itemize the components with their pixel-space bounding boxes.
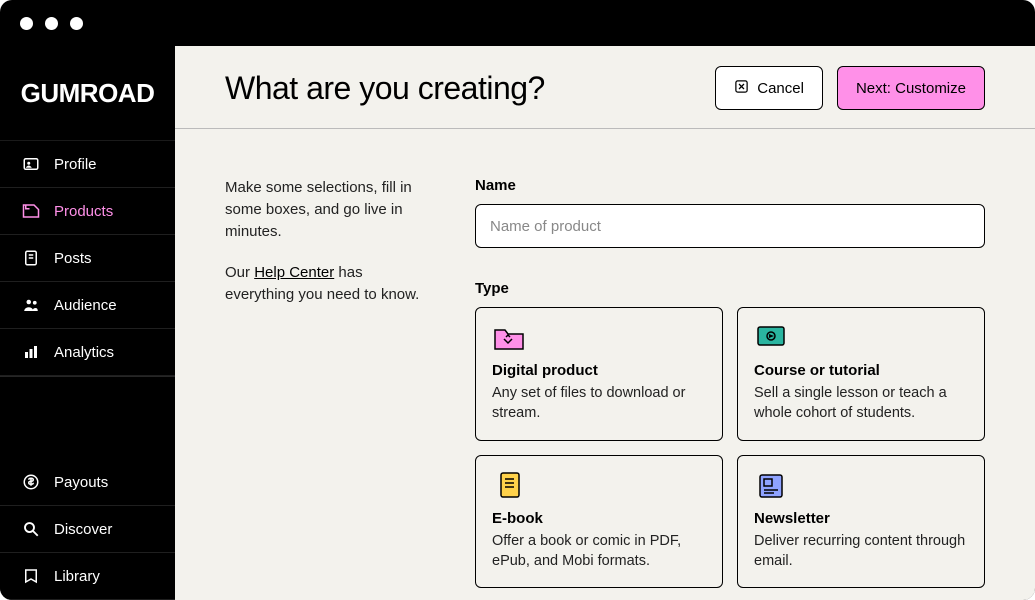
intro-text: Make some selections, fill in some boxes… <box>225 177 435 600</box>
type-desc: Deliver recurring content through email. <box>754 531 968 572</box>
sidebar-item-label: Audience <box>54 297 117 314</box>
header-actions: Cancel Next: Customize <box>715 66 985 110</box>
course-icon <box>754 322 788 352</box>
sidebar-item-payouts[interactable]: Payouts <box>0 459 175 506</box>
sidebar: GUMROAD Profile Products <box>0 46 175 600</box>
type-title: E-book <box>492 510 706 527</box>
main-content: What are you creating? Cancel Next: Cust… <box>175 46 1035 600</box>
analytics-icon <box>22 343 40 361</box>
sidebar-item-profile[interactable]: Profile <box>0 141 175 188</box>
sidebar-item-label: Payouts <box>54 474 108 491</box>
type-desc: Any set of files to download or stream. <box>492 383 706 424</box>
type-card-ebook[interactable]: E-book Offer a book or comic in PDF, ePu… <box>475 455 723 589</box>
window-dot <box>70 17 83 30</box>
type-title: Course or tutorial <box>754 362 968 379</box>
digital-product-icon <box>492 322 526 352</box>
type-card-course[interactable]: Course or tutorial Sell a single lesson … <box>737 307 985 441</box>
name-field-label: Name <box>475 177 985 194</box>
search-icon <box>22 520 40 538</box>
create-form: Name Type Digital product Any set of fil… <box>475 177 985 600</box>
window-dot <box>20 17 33 30</box>
sidebar-item-analytics[interactable]: Analytics <box>0 329 175 376</box>
sidebar-item-library[interactable]: Library <box>0 553 175 600</box>
help-center-link[interactable]: Help Center <box>254 264 334 281</box>
type-card-newsletter[interactable]: Newsletter Deliver recurring content thr… <box>737 455 985 589</box>
type-title: Newsletter <box>754 510 968 527</box>
type-desc: Offer a book or comic in PDF, ePub, and … <box>492 531 706 572</box>
posts-icon <box>22 249 40 267</box>
cancel-label: Cancel <box>757 80 804 97</box>
nav-spacer <box>0 376 175 459</box>
products-icon <box>22 202 40 220</box>
type-field-label: Type <box>475 280 985 297</box>
newsletter-icon <box>754 470 788 500</box>
sidebar-nav: Profile Products Posts <box>0 141 175 600</box>
type-grid: Digital product Any set of files to down… <box>475 307 985 588</box>
next-label: Next: Customize <box>856 80 966 97</box>
payouts-icon <box>22 473 40 491</box>
sidebar-item-label: Analytics <box>54 344 114 361</box>
profile-icon <box>22 155 40 173</box>
audience-icon <box>22 296 40 314</box>
page-title: What are you creating? <box>225 70 545 107</box>
type-card-digital-product[interactable]: Digital product Any set of files to down… <box>475 307 723 441</box>
library-icon <box>22 567 40 585</box>
cancel-icon <box>734 79 749 98</box>
page-header: What are you creating? Cancel Next: Cust… <box>175 46 1035 129</box>
sidebar-item-audience[interactable]: Audience <box>0 282 175 329</box>
type-desc: Sell a single lesson or teach a whole co… <box>754 383 968 424</box>
type-title: Digital product <box>492 362 706 379</box>
sidebar-item-posts[interactable]: Posts <box>0 235 175 282</box>
sidebar-item-label: Products <box>54 203 113 220</box>
ebook-icon <box>492 470 526 500</box>
logo-text: GUMROAD <box>21 78 155 109</box>
logo: GUMROAD <box>0 46 175 141</box>
sidebar-item-label: Library <box>54 568 100 585</box>
sidebar-item-label: Profile <box>54 156 97 173</box>
sidebar-item-label: Posts <box>54 250 92 267</box>
window-titlebar <box>0 0 1035 46</box>
next-button[interactable]: Next: Customize <box>837 66 985 110</box>
product-name-input[interactable] <box>475 204 985 248</box>
intro-paragraph-2: Our Help Center has everything you need … <box>225 262 435 306</box>
sidebar-item-discover[interactable]: Discover <box>0 506 175 553</box>
window-dot <box>45 17 58 30</box>
cancel-button[interactable]: Cancel <box>715 66 823 110</box>
sidebar-item-label: Discover <box>54 521 112 538</box>
sidebar-item-products[interactable]: Products <box>0 188 175 235</box>
intro-paragraph-1: Make some selections, fill in some boxes… <box>225 177 435 242</box>
